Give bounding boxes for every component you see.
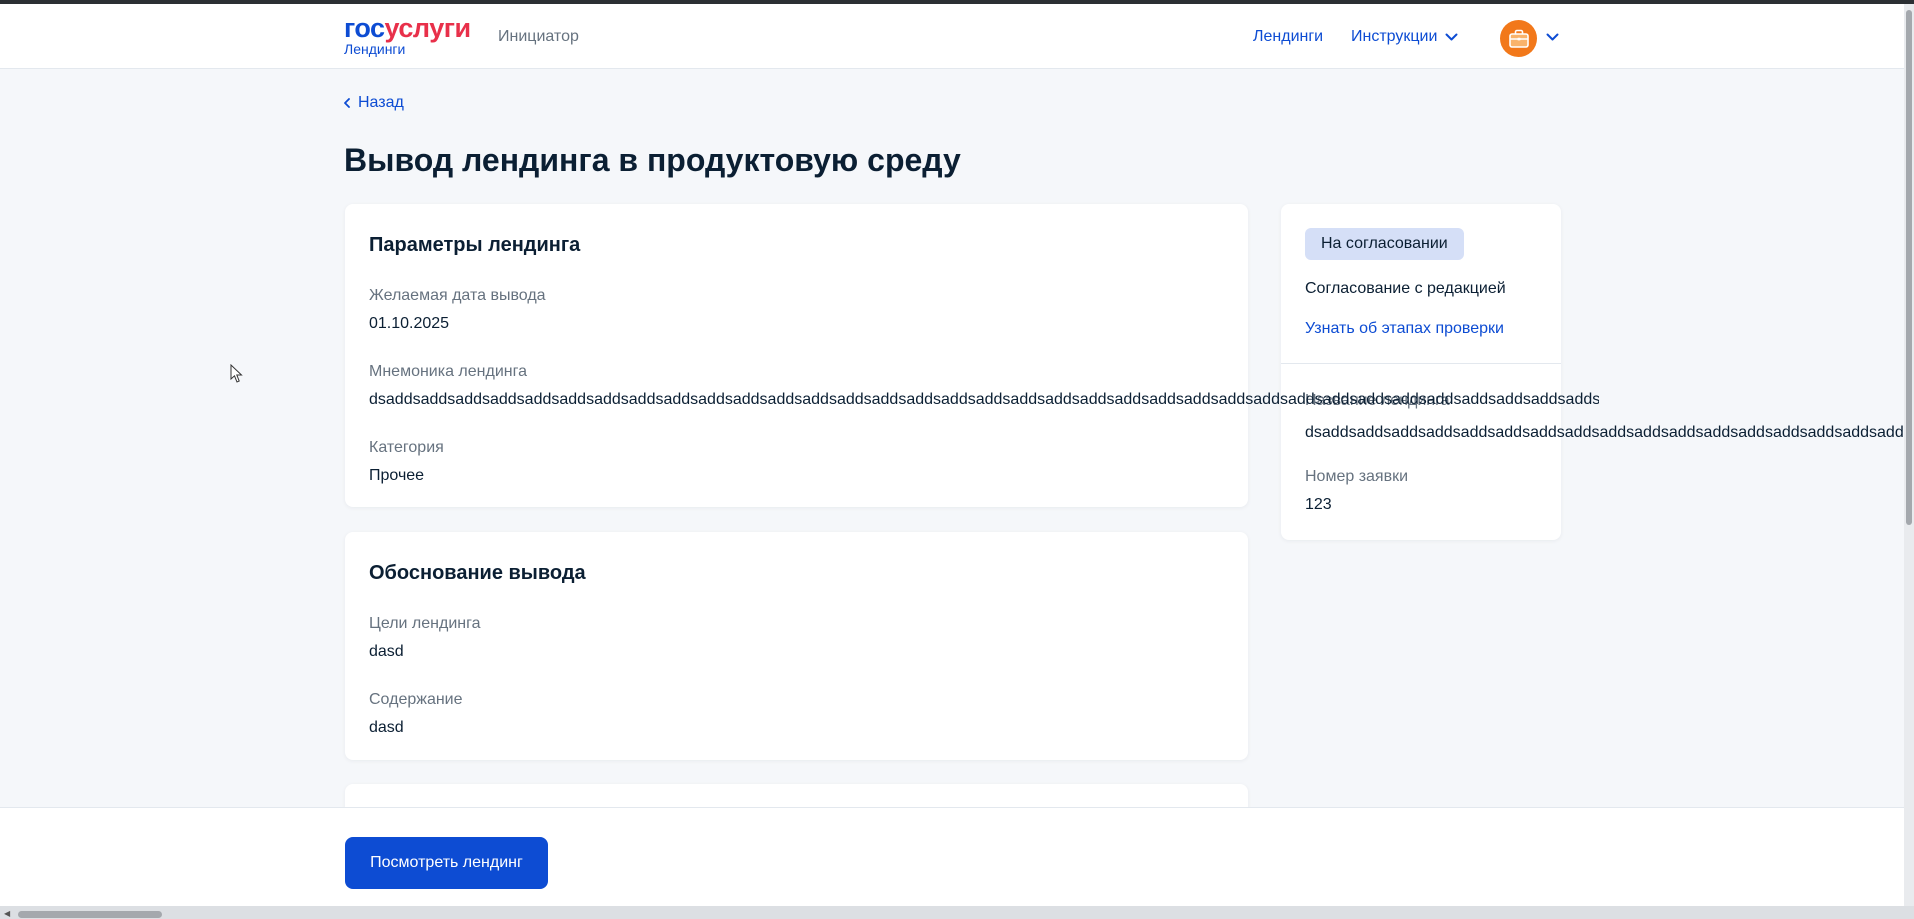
status-panel: На согласовании Согласование с редакцией…: [1281, 204, 1561, 540]
request-number-label: Номер заявки: [1305, 468, 1409, 485]
scroll-left-arrow-icon[interactable]: ◀: [4, 909, 10, 918]
request-number-value: 123: [1305, 496, 1332, 513]
chevron-down-icon: [1445, 33, 1458, 40]
desired-date-label: Желаемая дата вывода: [369, 287, 546, 304]
goals-label: Цели лендинга: [369, 615, 481, 632]
header: госуслуги Лендинги Инициатор Лендинги Ин…: [0, 4, 1904, 69]
back-link[interactable]: Назад: [344, 94, 404, 112]
reason-card: Обоснование вывода Цели лендинга dasd Со…: [345, 532, 1248, 760]
params-card-title: Параметры лендинга: [369, 234, 581, 256]
logo-part-gos: гос: [344, 13, 385, 43]
mnemonic-label: Мнемоника лендинга: [369, 363, 527, 380]
panel-divider: [1281, 363, 1561, 364]
mouse-cursor-icon: [230, 364, 243, 383]
category-label: Категория: [369, 439, 444, 456]
page-viewport: госуслуги Лендинги Инициатор Лендинги Ин…: [0, 4, 1904, 906]
status-text: Согласование с редакцией: [1305, 280, 1506, 297]
goals-value: dasd: [369, 643, 404, 660]
gosuslugi-logo[interactable]: госуслуги Лендинги: [344, 14, 471, 57]
landing-name-value: dsaddsaddsaddsaddsaddsaddsaddsaddsaddsad…: [1305, 424, 1904, 441]
avatar[interactable]: [1500, 20, 1537, 57]
status-badge: На согласовании: [1305, 228, 1464, 260]
briefcase-icon: [1508, 29, 1529, 48]
mnemonic-value: dsaddsaddsaddsaddsaddsaddsaddsaddsaddsad…: [369, 391, 1599, 408]
chevron-left-icon: [344, 98, 350, 108]
bottom-action-bar: Посмотреть лендинг: [0, 807, 1904, 906]
vertical-scrollbar-thumb[interactable]: [1906, 10, 1912, 525]
user-menu-chevron-icon[interactable]: [1546, 33, 1559, 42]
content-label: Содержание: [369, 691, 463, 708]
check-stages-link[interactable]: Узнать об этапах проверки: [1305, 320, 1504, 338]
content-value: dasd: [369, 719, 404, 736]
logo-subtitle: Лендинги: [344, 41, 406, 57]
nav-instructions-dropdown[interactable]: Инструкции: [1351, 28, 1458, 46]
desired-date-value: 01.10.2025: [369, 315, 450, 332]
nav-instructions-label: Инструкции: [1351, 28, 1438, 45]
view-landing-button[interactable]: Посмотреть лендинг: [345, 837, 548, 889]
horizontal-scrollbar[interactable]: [0, 906, 1914, 919]
user-role: Инициатор: [498, 28, 579, 45]
category-value: Прочее: [369, 467, 425, 484]
landing-params-card: Параметры лендинга Желаемая дата вывода …: [345, 204, 1248, 507]
horizontal-scrollbar-thumb[interactable]: [18, 911, 162, 918]
logo-wordmark: госуслуги: [344, 14, 471, 42]
nav-landings-link[interactable]: Лендинги: [1253, 28, 1323, 46]
page-title: Вывод лендинга в продуктовую среду: [344, 142, 961, 178]
back-label: Назад: [358, 94, 404, 111]
logo-part-uslugi: услуги: [384, 13, 472, 43]
reason-card-title: Обоснование вывода: [369, 562, 586, 584]
